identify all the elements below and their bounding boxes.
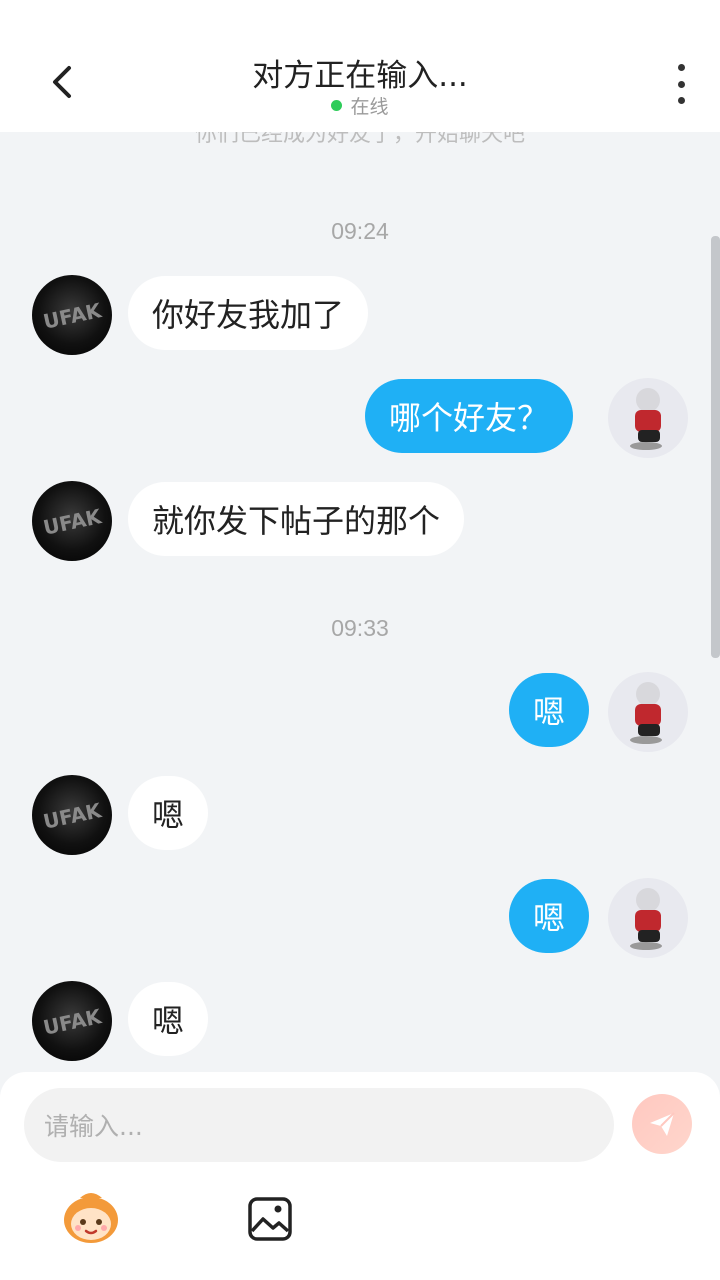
send-icon	[650, 1112, 675, 1136]
contact-avatar[interactable]: UFAK	[32, 275, 112, 355]
input-bar: 请输入...	[0, 1072, 720, 1280]
message-bubble-outgoing[interactable]: 嗯	[509, 673, 590, 747]
my-avatar[interactable]	[608, 878, 688, 958]
my-avatar[interactable]	[608, 672, 688, 752]
message-bubble-incoming[interactable]: 就你发下帖子的那个	[128, 482, 465, 556]
online-status-label: 在线	[350, 96, 389, 118]
svg-text:UFAK: UFAK	[41, 504, 105, 540]
more-vertical-icon	[677, 64, 685, 71]
more-options-button[interactable]	[668, 64, 694, 104]
emoji-icon	[64, 1193, 118, 1243]
message-input[interactable]: 请输入...	[24, 1088, 614, 1162]
svg-text:UFAK: UFAK	[41, 298, 105, 334]
svg-text:UFAK: UFAK	[41, 798, 105, 834]
contact-avatar[interactable]: UFAK	[32, 775, 112, 855]
message-bubble-incoming[interactable]: 嗯	[128, 776, 209, 850]
image-icon	[248, 1197, 292, 1241]
online-status: 在线	[0, 92, 720, 119]
scrollbar[interactable]	[711, 236, 720, 658]
message-bubble-incoming[interactable]: 嗯	[128, 982, 209, 1056]
chat-header: 对方正在输入... 在线	[0, 0, 720, 132]
emoji-button[interactable]	[60, 1190, 122, 1246]
message-bubble-outgoing[interactable]: 哪个好友？	[365, 379, 574, 453]
svg-text:UFAK: UFAK	[41, 1004, 105, 1040]
message-bubble-incoming[interactable]: 你好友我加了	[128, 276, 369, 350]
contact-avatar[interactable]: UFAK	[32, 481, 112, 561]
timestamp: 09:33	[331, 615, 389, 641]
timestamp: 09:24	[331, 218, 389, 244]
contact-avatar[interactable]: UFAK	[32, 981, 112, 1061]
send-button[interactable]	[632, 1094, 692, 1154]
message-bubble-outgoing[interactable]: 嗯	[509, 879, 590, 953]
online-dot-icon	[331, 100, 343, 111]
my-avatar[interactable]	[608, 378, 688, 458]
image-button[interactable]	[246, 1196, 294, 1242]
chat-title: 对方正在输入...	[252, 58, 468, 94]
